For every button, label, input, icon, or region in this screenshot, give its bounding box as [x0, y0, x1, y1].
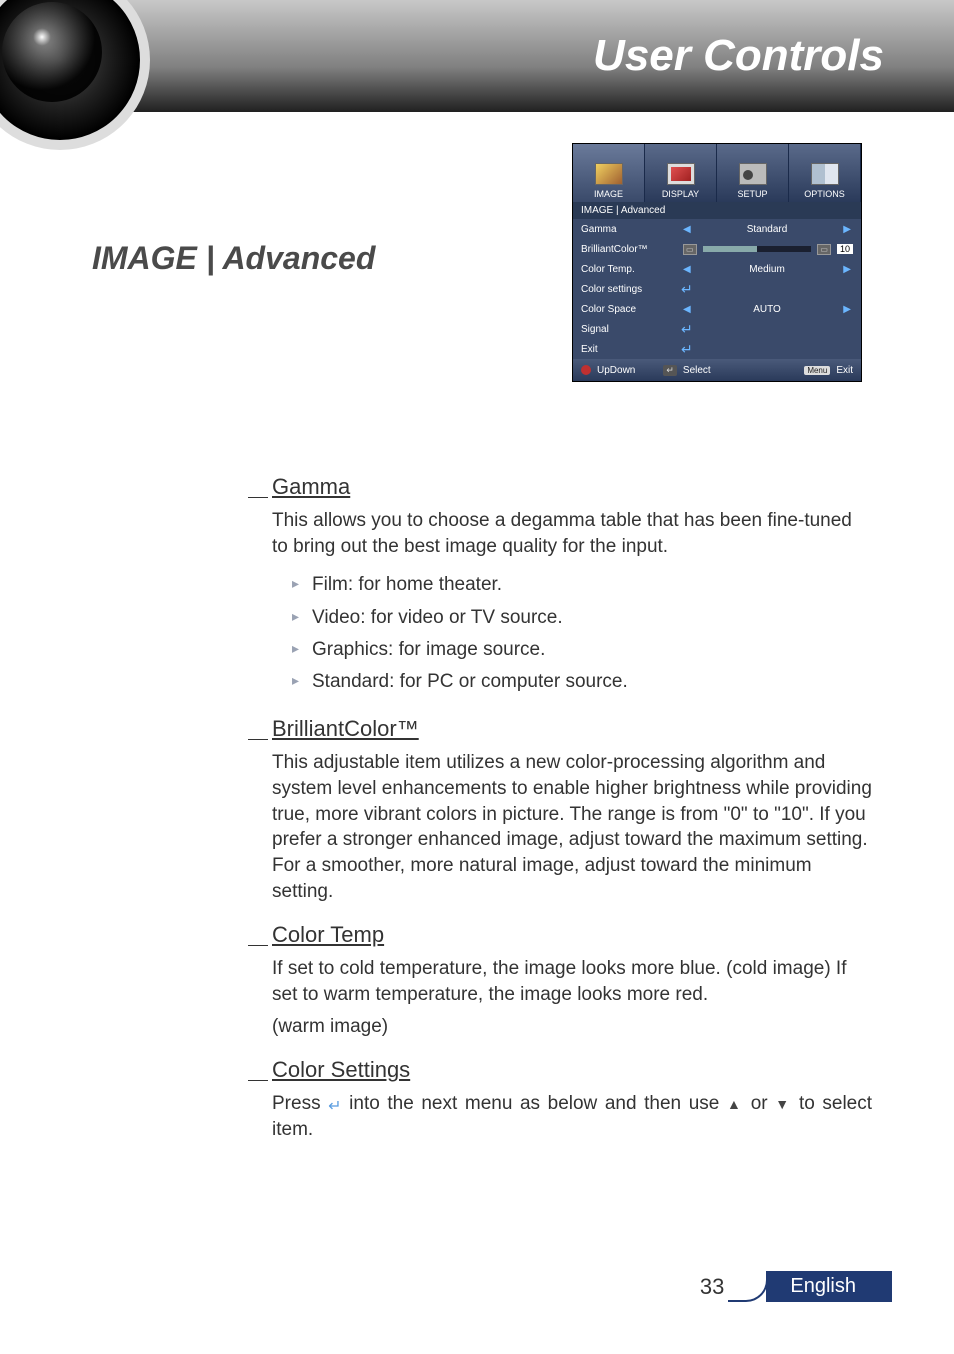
list-item: Graphics: for image source.	[292, 634, 872, 666]
enter-icon[interactable]: ↵	[681, 341, 693, 358]
subhead-brilliant: BrilliantColor™	[272, 716, 872, 742]
osd-row-brilliant[interactable]: BrilliantColor™ ▭ ▭ 10	[573, 239, 861, 259]
osd-tabs: IMAGE DISPLAY SETUP OPTIONS	[573, 144, 861, 202]
osd-row-colorspace[interactable]: Color Space ◀ AUTO ▶	[573, 299, 861, 319]
gamma-intro: This allows you to choose a degamma tabl…	[272, 508, 872, 559]
arrow-left-icon[interactable]: ◀	[681, 224, 693, 235]
enter-icon[interactable]: ↵	[681, 321, 693, 338]
slider[interactable]	[703, 246, 812, 252]
colortemp-para2: (warm image)	[272, 1014, 872, 1040]
osd-value: Medium	[693, 264, 842, 275]
osd-label: Gamma	[581, 224, 681, 235]
page-number: 33	[700, 1274, 724, 1300]
header-title: User Controls	[593, 31, 884, 81]
osd-tab-options[interactable]: OPTIONS	[789, 144, 861, 202]
cs-press: Press	[272, 1093, 328, 1114]
osd-row-exit[interactable]: Exit ↵	[573, 339, 861, 359]
options-icon	[811, 163, 839, 185]
footer-language: English	[766, 1271, 892, 1302]
osd-label: BrilliantColor™	[581, 244, 681, 255]
osd-row-colortemp[interactable]: Color Temp. ◀ Medium ▶	[573, 259, 861, 279]
osd-tab-image[interactable]: IMAGE	[573, 144, 645, 202]
arrow-left-icon[interactable]: ◀	[681, 264, 693, 275]
badge-icon: ▭	[817, 244, 831, 255]
arrow-right-icon[interactable]: ▶	[841, 224, 853, 235]
osd-breadcrumb: IMAGE | Advanced	[573, 202, 861, 219]
brilliant-para: This adjustable item utilizes a new colo…	[272, 750, 872, 904]
slider-value: 10	[837, 244, 853, 254]
image-icon	[595, 163, 623, 185]
osd-label: Color Space	[581, 304, 681, 315]
gamma-list: Film: for home theater. Video: for video…	[292, 569, 872, 698]
osd-label: Exit	[581, 344, 681, 355]
list-item: Film: for home theater.	[292, 569, 872, 601]
arrow-right-icon[interactable]: ▶	[841, 264, 853, 275]
arrow-left-icon[interactable]: ◀	[681, 304, 693, 315]
header-banner: User Controls	[0, 0, 954, 112]
osd-row-colorsettings[interactable]: Color settings ↵	[573, 279, 861, 299]
body-content: Gamma This allows you to choose a degamm…	[272, 456, 872, 1149]
colortemp-para1: If set to cold temperature, the image lo…	[272, 956, 872, 1007]
red-dot-icon	[581, 365, 591, 375]
arrow-right-icon[interactable]: ▶	[841, 304, 853, 315]
osd-value: Standard	[693, 224, 842, 235]
cs-or: or	[751, 1093, 775, 1114]
footer-select: Select	[683, 365, 711, 376]
subhead-gamma: Gamma	[272, 474, 872, 500]
subhead-colorsettings: Color Settings	[272, 1057, 872, 1083]
lens-inner	[2, 2, 102, 102]
osd-tab-label: DISPLAY	[662, 189, 699, 199]
osd-footer: UpDown ↵ Select Menu Exit	[573, 359, 861, 381]
footer-curve	[728, 1272, 768, 1302]
osd-label: Color settings	[581, 284, 681, 295]
triangle-up-icon: ▲	[727, 1096, 743, 1112]
osd-label: Color Temp.	[581, 264, 681, 275]
osd-tab-label: OPTIONS	[804, 189, 845, 199]
enter-key-icon: ↵	[663, 365, 677, 376]
osd-tab-display[interactable]: DISPLAY	[645, 144, 717, 202]
osd-menu: IMAGE DISPLAY SETUP OPTIONS IMAGE | Adva…	[572, 143, 862, 382]
footer-exit: Exit	[836, 365, 853, 376]
cs-mid: into the next menu as below and then use	[349, 1093, 727, 1114]
badge-icon: ▭	[683, 244, 697, 255]
list-item: Standard: for PC or computer source.	[292, 666, 872, 698]
osd-label: Signal	[581, 324, 681, 335]
osd-value: AUTO	[693, 304, 842, 315]
osd-row-gamma[interactable]: Gamma ◀ Standard ▶	[573, 219, 861, 239]
osd-tab-setup[interactable]: SETUP	[717, 144, 789, 202]
menu-key-icon: Menu	[804, 366, 830, 375]
display-icon	[667, 163, 695, 185]
enter-icon: ↵	[328, 1096, 341, 1118]
subhead-colortemp: Color Temp	[272, 922, 872, 948]
enter-icon[interactable]: ↵	[681, 281, 693, 298]
osd-row-signal[interactable]: Signal ↵	[573, 319, 861, 339]
osd-tab-label: IMAGE	[594, 189, 623, 199]
triangle-down-icon: ▼	[775, 1096, 791, 1112]
setup-icon	[739, 163, 767, 185]
footer-updown: UpDown	[597, 365, 635, 376]
page-footer: 33 English	[700, 1271, 892, 1302]
lens-graphic	[0, 0, 150, 150]
osd-tab-label: SETUP	[737, 189, 767, 199]
section-title: IMAGE | Advanced	[92, 240, 375, 277]
colorsettings-para: Press ↵ into the next menu as below and …	[272, 1091, 872, 1142]
list-item: Video: for video or TV source.	[292, 602, 872, 634]
